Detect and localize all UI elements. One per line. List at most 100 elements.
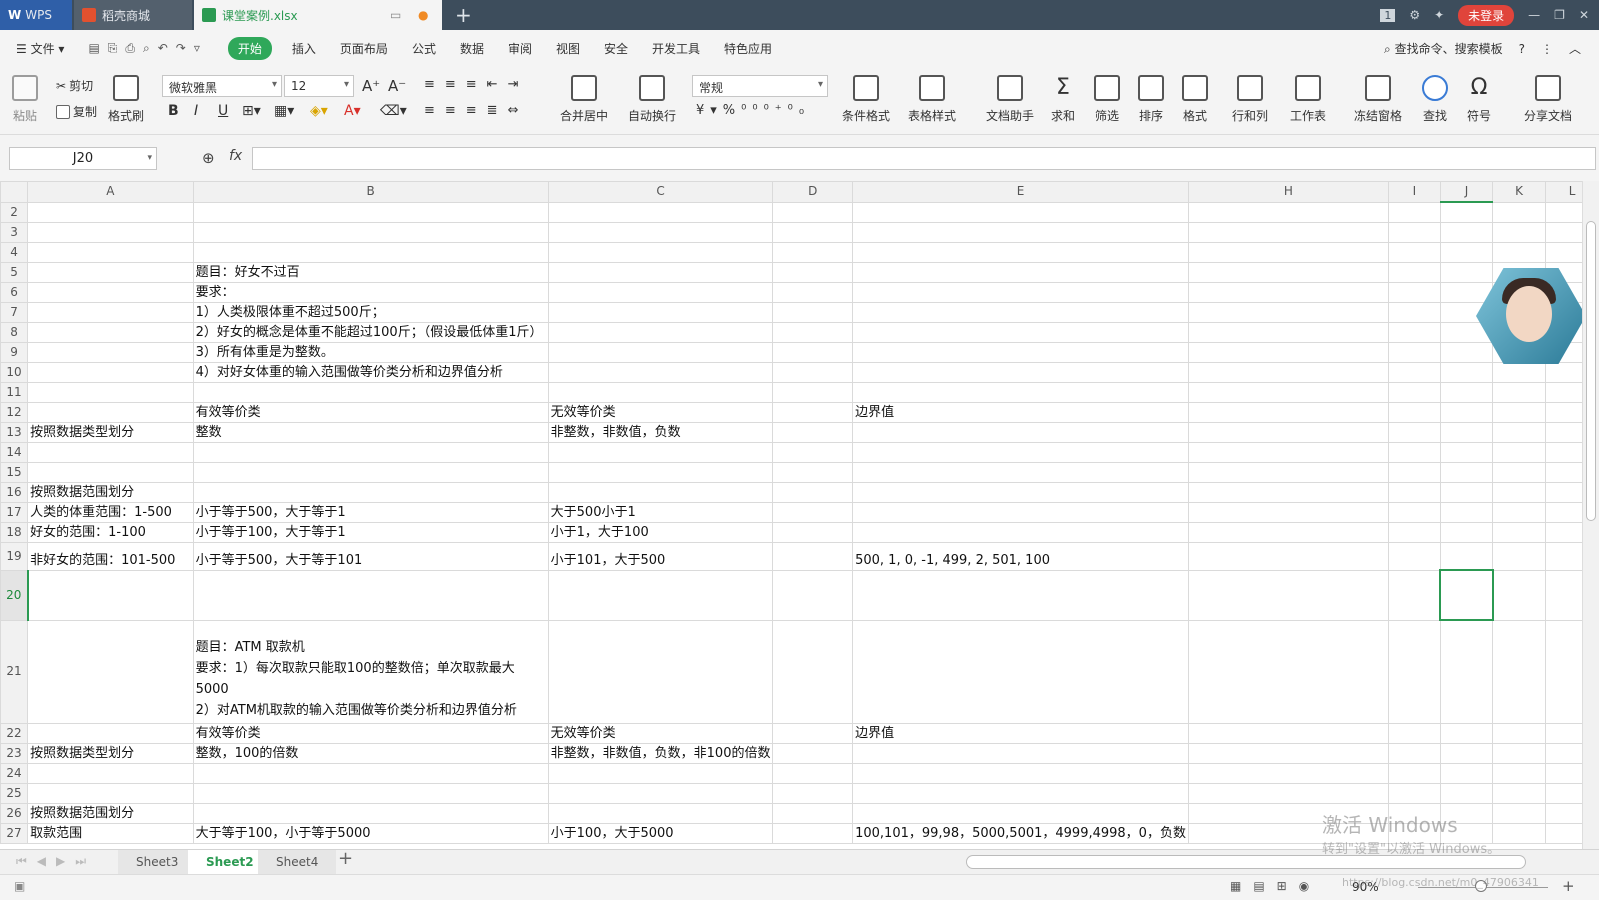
- cell-i26[interactable]: [1387, 802, 1441, 824]
- doc-helper-button[interactable]: 文档助手: [986, 75, 1034, 124]
- cell-h10[interactable]: [1187, 361, 1389, 383]
- cell-k22[interactable]: [1492, 722, 1547, 744]
- undo-icon[interactable]: ↶: [158, 41, 176, 55]
- cell-d3[interactable]: [772, 221, 854, 243]
- cell-i15[interactable]: [1387, 461, 1441, 483]
- cell-k3[interactable]: [1492, 221, 1547, 243]
- cell-b19[interactable]: 小于等于500，大于等于101: [192, 541, 549, 571]
- cell-c26[interactable]: [547, 802, 774, 824]
- minimize-icon[interactable]: —: [1528, 8, 1540, 22]
- redo-icon[interactable]: ↷: [176, 41, 194, 55]
- cell-b18[interactable]: 小于等于100，大于等于1: [192, 521, 549, 543]
- print-icon[interactable]: ⎙: [125, 41, 143, 55]
- column-header[interactable]: K: [1492, 181, 1547, 203]
- cell-e12[interactable]: 边界值: [852, 401, 1189, 423]
- cell-i8[interactable]: [1387, 321, 1441, 343]
- cell-a23[interactable]: 按照数据类型划分: [27, 742, 194, 764]
- cell-d15[interactable]: [772, 461, 854, 483]
- cell-a19[interactable]: 非好女的范围：101-500: [27, 541, 194, 571]
- conditional-format-button[interactable]: 条件格式: [842, 75, 890, 124]
- row-header[interactable]: 15: [0, 461, 29, 483]
- sum-button[interactable]: Σ 求和: [1050, 75, 1076, 124]
- cell-a22[interactable]: [27, 722, 194, 744]
- cell-c18[interactable]: 小于1，大于100: [547, 521, 774, 543]
- column-header[interactable]: A: [27, 181, 194, 203]
- cell-b21[interactable]: 题目：ATM 取款机 要求：1）每次取款只能取100的整数倍；单次取款最大 50…: [192, 619, 549, 724]
- cell-d19[interactable]: [772, 541, 854, 571]
- cell-i9[interactable]: [1387, 341, 1441, 363]
- cell-c14[interactable]: [547, 441, 774, 463]
- cell-k10[interactable]: [1492, 361, 1547, 383]
- column-header[interactable]: B: [192, 181, 549, 203]
- export-pdf-icon[interactable]: ⎘: [108, 41, 126, 55]
- cell-j21[interactable]: [1439, 619, 1494, 724]
- cell-k2[interactable]: [1492, 201, 1547, 223]
- cell-i17[interactable]: [1387, 501, 1441, 523]
- row-header[interactable]: 26: [0, 802, 29, 824]
- cell-e16[interactable]: [852, 481, 1189, 503]
- row-header[interactable]: 22: [0, 722, 29, 744]
- cell-a9[interactable]: [27, 341, 194, 363]
- cell-e11[interactable]: [852, 381, 1189, 403]
- cell-c5[interactable]: [547, 261, 774, 283]
- cell-i6[interactable]: [1387, 281, 1441, 303]
- row-header[interactable]: 18: [0, 521, 29, 543]
- cell-h24[interactable]: [1187, 762, 1389, 784]
- cell-h6[interactable]: [1187, 281, 1389, 303]
- cell-e23[interactable]: [852, 742, 1189, 764]
- cell-a20[interactable]: [27, 569, 194, 621]
- name-box[interactable]: J20: [9, 147, 157, 170]
- insert-function-button[interactable]: fx: [229, 148, 242, 164]
- menu-tab-view[interactable]: 视图: [544, 40, 592, 57]
- cell-d20[interactable]: [772, 569, 854, 621]
- cell-k4[interactable]: [1492, 241, 1547, 263]
- cell-j10[interactable]: [1439, 361, 1494, 383]
- cell-k23[interactable]: [1492, 742, 1547, 764]
- cell-i19[interactable]: [1387, 541, 1441, 571]
- menu-tab-review[interactable]: 审阅: [496, 40, 544, 57]
- row-header[interactable]: 20: [0, 569, 29, 621]
- cell-k21[interactable]: [1492, 619, 1547, 724]
- row-header[interactable]: 3: [0, 221, 29, 243]
- cell-h7[interactable]: [1187, 301, 1389, 323]
- vertical-scrollbar[interactable]: [1582, 181, 1599, 849]
- sheet-tab-sheet4[interactable]: Sheet4: [258, 850, 337, 874]
- cell-b23[interactable]: 整数，100的倍数: [192, 742, 549, 764]
- cell-h13[interactable]: [1187, 421, 1389, 443]
- cell-b16[interactable]: [192, 481, 549, 503]
- cell-k13[interactable]: [1492, 421, 1547, 443]
- cell-j15[interactable]: [1439, 461, 1494, 483]
- cell-b2[interactable]: [192, 201, 549, 223]
- cell-k17[interactable]: [1492, 501, 1547, 523]
- cell-b10[interactable]: 4）对好女体重的输入范围做等价类分析和边界值分析: [192, 361, 549, 383]
- cell-j25[interactable]: [1439, 782, 1494, 804]
- badge-count[interactable]: 1: [1380, 8, 1396, 22]
- cell-a3[interactable]: [27, 221, 194, 243]
- cell-a24[interactable]: [27, 762, 194, 784]
- cell-d16[interactable]: [772, 481, 854, 503]
- cell-i7[interactable]: [1387, 301, 1441, 323]
- cell-d8[interactable]: [772, 321, 854, 343]
- cell-a4[interactable]: [27, 241, 194, 263]
- file-menu[interactable]: ☰ 文件 ▾: [0, 40, 76, 57]
- cell-h14[interactable]: [1187, 441, 1389, 463]
- share-doc-button[interactable]: 分享文档: [1524, 75, 1572, 124]
- cell-h11[interactable]: [1187, 381, 1389, 403]
- cell-i20[interactable]: [1387, 569, 1441, 621]
- save-icon[interactable]: ▤: [88, 41, 107, 55]
- shrink-font-icon[interactable]: A⁻: [388, 77, 406, 95]
- new-tab-button[interactable]: +: [455, 3, 472, 27]
- menu-tab-developer[interactable]: 开发工具: [640, 40, 712, 57]
- cell-c17[interactable]: 大于500小于1: [547, 501, 774, 523]
- wrap-text-button[interactable]: 自动换行: [628, 75, 676, 124]
- cell-a16[interactable]: 按照数据范围划分: [27, 481, 194, 503]
- cell-c27[interactable]: 小于100，大于5000: [547, 822, 774, 844]
- cell-h3[interactable]: [1187, 221, 1389, 243]
- cell-d2[interactable]: [772, 201, 854, 223]
- add-sheet-button[interactable]: +: [338, 848, 353, 869]
- cell-e4[interactable]: [852, 241, 1189, 263]
- grow-font-icon[interactable]: A⁺: [362, 77, 380, 95]
- cell-b11[interactable]: [192, 381, 549, 403]
- cell-i12[interactable]: [1387, 401, 1441, 423]
- cell-d22[interactable]: [772, 722, 854, 744]
